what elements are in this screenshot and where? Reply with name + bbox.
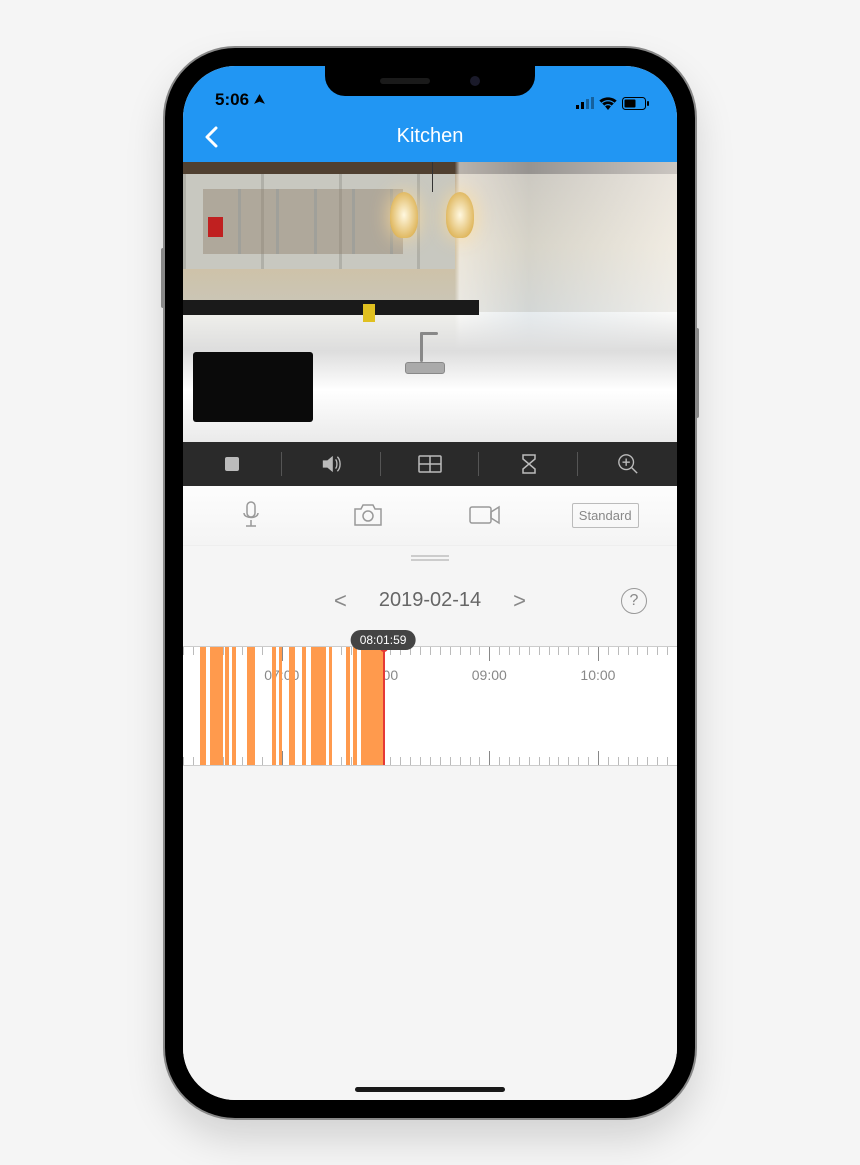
date-selector: < 2019-02-14 > ? — [183, 566, 677, 636]
notch — [325, 66, 535, 96]
status-time: 5:06 — [215, 90, 249, 110]
timeline-event[interactable] — [329, 647, 332, 765]
next-date-button[interactable]: > — [509, 588, 530, 614]
drag-handle[interactable] — [183, 546, 677, 566]
mic-button[interactable] — [221, 501, 281, 529]
camera-icon — [353, 503, 383, 527]
camera-live-view[interactable] — [183, 162, 677, 442]
action-toolbar: Standard — [183, 486, 677, 546]
zoom-in-icon — [617, 453, 639, 475]
timeline-event[interactable] — [279, 647, 282, 765]
timeline-label: 09:00 — [472, 667, 507, 683]
video-icon — [469, 504, 501, 526]
timeline-event[interactable] — [311, 647, 326, 765]
hourglass-icon — [521, 454, 537, 474]
handle-icon — [411, 555, 449, 557]
timeline-event[interactable] — [225, 647, 229, 765]
timeline-label: 10:00 — [580, 667, 615, 683]
timeline-event[interactable] — [289, 647, 295, 765]
stop-icon — [225, 457, 239, 471]
playhead[interactable] — [383, 647, 385, 765]
record-button[interactable] — [455, 504, 515, 526]
current-time-badge: 08:01:59 — [351, 630, 416, 650]
speaker-icon — [320, 454, 342, 474]
help-button[interactable]: ? — [621, 588, 647, 614]
battery-icon — [622, 97, 649, 110]
home-indicator[interactable] — [355, 1087, 505, 1092]
selected-date[interactable]: 2019-02-14 — [379, 589, 481, 612]
chevron-left-icon — [204, 126, 218, 148]
phone-frame: 5:06 Kitchen — [165, 48, 695, 1118]
prev-date-button[interactable]: < — [330, 588, 351, 614]
timeline-event[interactable] — [302, 647, 307, 765]
cellular-icon — [576, 97, 594, 109]
microphone-icon — [241, 501, 261, 529]
stop-button[interactable] — [183, 442, 282, 486]
page-title: Kitchen — [397, 125, 464, 148]
timeline-event[interactable] — [210, 647, 222, 765]
timeline-section: 08:01:59 07:0008:0009:0010:00 — [183, 636, 677, 766]
zoom-button[interactable] — [578, 442, 677, 486]
timeline-event[interactable] — [361, 647, 383, 765]
timeline-scrubber[interactable]: 07:0008:0009:0010:00 — [183, 646, 677, 766]
back-button[interactable] — [199, 125, 223, 149]
timeline-event[interactable] — [247, 647, 254, 765]
timeline-event[interactable] — [232, 647, 236, 765]
timer-button[interactable] — [479, 442, 578, 486]
empty-area — [183, 766, 677, 1100]
video-toolbar — [183, 442, 677, 486]
sound-button[interactable] — [282, 442, 381, 486]
screen: 5:06 Kitchen — [183, 66, 677, 1100]
timeline-event[interactable] — [346, 647, 350, 765]
wifi-icon — [599, 97, 617, 110]
grid-icon — [418, 455, 442, 473]
quality-button[interactable]: Standard — [572, 503, 639, 528]
grid-button[interactable] — [381, 442, 480, 486]
timeline-event[interactable] — [353, 647, 357, 765]
timeline-event[interactable] — [200, 647, 206, 765]
nav-bar: Kitchen — [183, 112, 677, 162]
timeline-event[interactable] — [272, 647, 276, 765]
snapshot-button[interactable] — [338, 503, 398, 527]
location-icon — [253, 93, 266, 106]
